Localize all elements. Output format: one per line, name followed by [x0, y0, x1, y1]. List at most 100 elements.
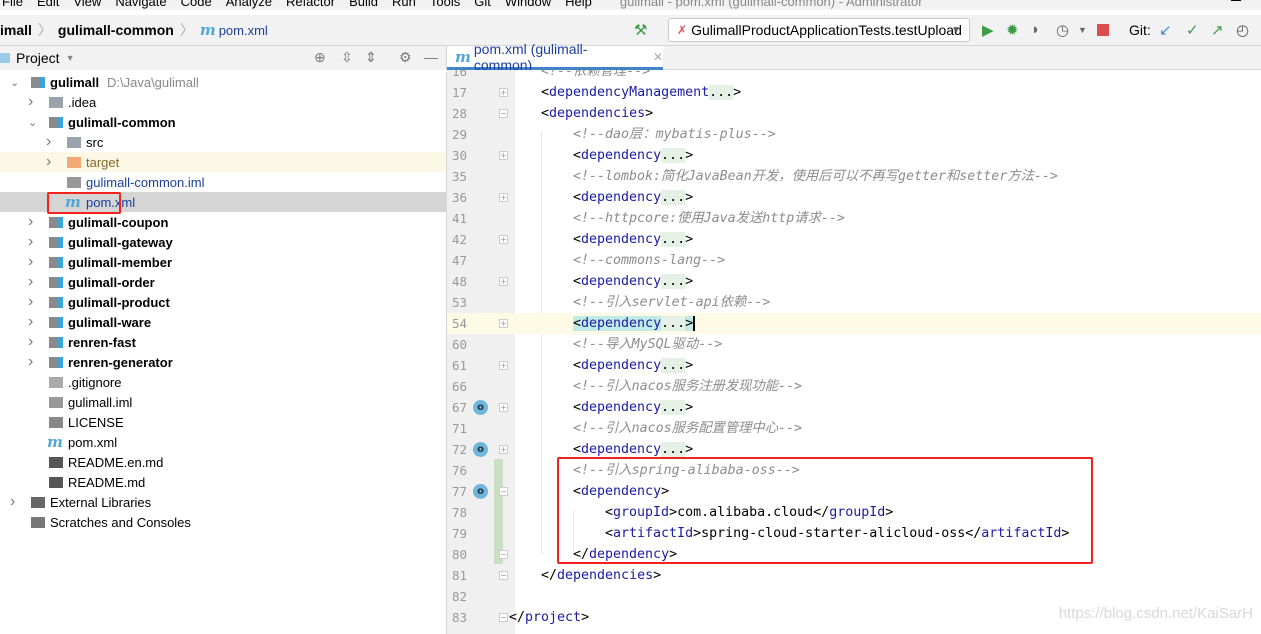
fold-expand-icon[interactable]: + — [499, 235, 508, 244]
chevron-right-icon[interactable]: › — [28, 253, 33, 271]
chevron-right-icon[interactable]: › — [28, 233, 33, 251]
menu-item-view[interactable]: View — [73, 0, 101, 10]
build-hammer-icon[interactable]: ⚒ — [634, 21, 647, 39]
tree-item[interactable]: › gulimall-gateway — [0, 232, 446, 252]
chevron-right-icon[interactable]: › — [28, 293, 33, 311]
breadcrumb-root[interactable]: imall — [0, 22, 32, 38]
folded-region[interactable]: ... — [661, 316, 686, 331]
tree-item[interactable]: › .idea — [0, 92, 446, 112]
folded-region[interactable]: ... — [661, 442, 686, 457]
tree-item[interactable]: ⌄ gulimall-common — [0, 112, 446, 132]
collapse-all-icon[interactable]: ⇕ — [365, 49, 377, 66]
chevron-down-icon[interactable]: ⌄ — [28, 116, 37, 129]
tree-item[interactable]: › External Libraries — [0, 492, 446, 512]
run-icon[interactable]: ▶ — [982, 21, 994, 39]
override-gutter-icon[interactable]: o — [473, 400, 488, 415]
code-editor[interactable]: https://blog.csdn.net/KaiSarH 16 <!--依赖管理… — [447, 70, 1261, 634]
fold-collapse-icon[interactable]: − — [499, 571, 508, 580]
tree-item[interactable]: gulimall-common.iml — [0, 172, 446, 192]
breadcrumb-module[interactable]: gulimall-common — [58, 22, 174, 38]
folded-region[interactable]: ... — [661, 274, 686, 289]
fold-expand-icon[interactable]: + — [499, 319, 508, 328]
menu-item-file[interactable]: File — [2, 0, 23, 10]
coverage-icon[interactable]: ◗ — [1031, 21, 1040, 38]
project-panel-title[interactable]: Project — [16, 50, 60, 66]
chevron-right-icon[interactable]: › — [10, 493, 15, 511]
chevron-right-icon[interactable]: › — [28, 313, 33, 331]
chevron-down-icon[interactable]: ⌄ — [10, 76, 19, 89]
tree-item[interactable]: gulimall.iml — [0, 392, 446, 412]
fold-expand-icon[interactable]: + — [499, 193, 508, 202]
tree-item[interactable]: Scratches and Consoles — [0, 512, 446, 532]
locate-file-icon[interactable]: ⊕ — [314, 49, 326, 66]
fold-collapse-icon[interactable]: − — [499, 613, 508, 622]
fold-expand-icon[interactable]: + — [499, 88, 508, 97]
tree-item[interactable]: › gulimall-order — [0, 272, 446, 292]
tree-item[interactable]: README.en.md — [0, 452, 446, 472]
tree-item[interactable]: LICENSE — [0, 412, 446, 432]
folded-region[interactable]: ... — [661, 358, 686, 373]
tree-item[interactable]: › src — [0, 132, 446, 152]
git-history-icon[interactable]: ◴ — [1236, 21, 1249, 39]
folded-region[interactable]: ... — [709, 85, 734, 100]
chevron-right-icon[interactable]: › — [46, 153, 51, 171]
tree-item[interactable]: › gulimall-member — [0, 252, 446, 272]
menu-item-window[interactable]: Window — [505, 0, 551, 10]
tab-pom-xml[interactable]: m pom.xml (gulimall-common) ✕ — [447, 41, 663, 73]
minimize-icon[interactable] — [1231, 0, 1241, 1]
git-commit-icon[interactable]: ✓ — [1186, 21, 1199, 39]
menu-item-refactor[interactable]: Refactor — [286, 0, 335, 10]
chevron-right-icon[interactable]: › — [28, 273, 33, 291]
menu-item-help[interactable]: Help — [565, 0, 592, 10]
gear-icon[interactable]: ⚙ — [399, 49, 412, 66]
menu-item-git[interactable]: Git — [474, 0, 491, 10]
tree-item[interactable]: README.md — [0, 472, 446, 492]
fold-expand-icon[interactable]: + — [499, 361, 508, 370]
tree-item[interactable]: ⌄ gulimall D:\Java\gulimall — [0, 72, 446, 92]
hide-panel-icon[interactable]: — — [424, 49, 438, 65]
chevron-right-icon[interactable]: › — [28, 353, 33, 371]
chevron-down-icon[interactable]: ▼ — [66, 53, 75, 63]
chevron-right-icon[interactable]: › — [46, 133, 51, 151]
override-gutter-icon[interactable]: o — [473, 442, 488, 457]
expand-all-icon[interactable]: ⇳ — [341, 49, 353, 66]
menu-item-edit[interactable]: Edit — [37, 0, 59, 10]
fold-expand-icon[interactable]: + — [499, 403, 508, 412]
tree-item[interactable]: › renren-generator — [0, 352, 446, 372]
folded-region[interactable]: ... — [661, 148, 686, 163]
fold-expand-icon[interactable]: + — [499, 445, 508, 454]
chevron-down-icon[interactable]: ▼ — [1078, 25, 1087, 35]
close-icon[interactable]: ✕ — [653, 50, 663, 64]
folded-region[interactable]: ... — [661, 190, 686, 205]
tree-item[interactable]: › target — [0, 152, 446, 172]
chevron-right-icon[interactable]: › — [28, 333, 33, 351]
override-gutter-icon[interactable]: o — [473, 484, 488, 499]
chevron-right-icon[interactable]: › — [28, 93, 33, 111]
menu-item-navigate[interactable]: Navigate — [115, 0, 166, 10]
stop-icon[interactable] — [1097, 24, 1109, 36]
tree-item[interactable]: m pom.xml — [0, 432, 446, 452]
fold-collapse-icon[interactable]: − — [499, 109, 508, 118]
folded-region[interactable]: ... — [661, 400, 686, 415]
git-push-icon[interactable]: ↗ — [1211, 21, 1224, 39]
fold-expand-icon[interactable]: + — [499, 151, 508, 160]
menu-item-tools[interactable]: Tools — [430, 0, 460, 10]
menu-item-analyze[interactable]: Analyze — [226, 0, 272, 10]
folded-region[interactable]: ... — [661, 232, 686, 247]
menu-item-code[interactable]: Code — [181, 0, 212, 10]
tree-item[interactable]: › renren-fast — [0, 332, 446, 352]
menu-item-build[interactable]: Build — [349, 0, 378, 10]
git-update-icon[interactable]: ↙ — [1159, 21, 1172, 39]
tree-item[interactable]: › gulimall-product — [0, 292, 446, 312]
fold-collapse-icon[interactable]: − — [499, 550, 508, 559]
debug-bug-icon[interactable]: ✹ — [1006, 21, 1019, 39]
run-configuration-select[interactable]: ✗ GulimallProductApplicationTests.testUp… — [668, 18, 970, 42]
fold-expand-icon[interactable]: + — [499, 277, 508, 286]
breadcrumb-file[interactable]: pom.xml — [219, 23, 268, 38]
fold-collapse-icon[interactable]: − — [499, 487, 508, 496]
chevron-right-icon[interactable]: › — [28, 213, 33, 231]
profiler-icon[interactable]: ◷ — [1056, 21, 1069, 39]
tree-item[interactable]: › gulimall-ware — [0, 312, 446, 332]
menu-item-run[interactable]: Run — [392, 0, 416, 10]
tree-item[interactable]: › gulimall-coupon — [0, 212, 446, 232]
